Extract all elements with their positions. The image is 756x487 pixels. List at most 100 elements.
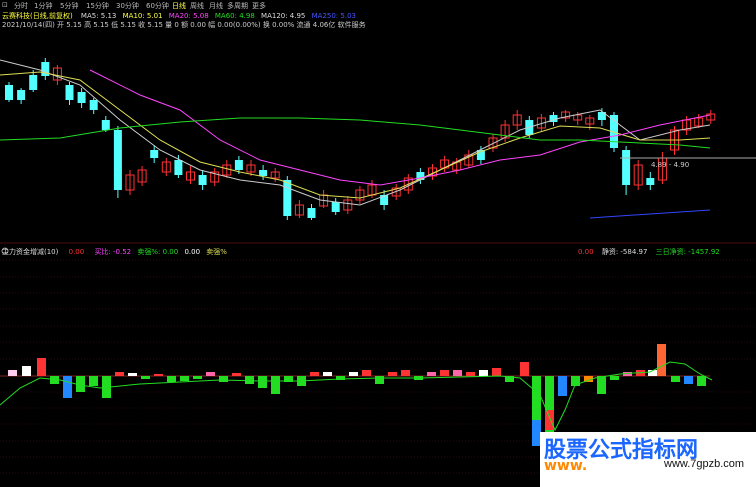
indicator-v4: 0.00 (184, 248, 201, 256)
indicator-bar (193, 376, 202, 379)
indicator-bar (219, 376, 228, 382)
tab-0[interactable]: ⊡ (2, 1, 8, 9)
indicator-bar (388, 372, 397, 376)
indicator-header: 主力资金增减(10) 0.00 买比: -0.52 卖强%: 0.00 0.00… (2, 247, 227, 257)
indicator-bar (492, 368, 501, 376)
indicator-bar (597, 376, 606, 394)
tab-10[interactable]: 多周期 (227, 1, 248, 11)
ma5-line (0, 59, 711, 206)
indicator-bar (232, 373, 241, 376)
indicator-bar (141, 376, 150, 379)
indicator-bar (671, 376, 680, 382)
indicator-v3: 卖强%: 0.00 (137, 248, 179, 256)
indicator-bar (610, 376, 619, 380)
indicator-bar (22, 366, 31, 376)
candle-body (331, 202, 340, 212)
indicator-v2: 买比: -0.52 (94, 248, 132, 256)
indicator-bar (258, 376, 267, 388)
ma20-value: MA20: 5.08 (168, 12, 209, 20)
indicator-bar (63, 376, 72, 398)
indicator-bar (453, 370, 462, 376)
candle-body (65, 85, 74, 100)
indicator-bar (657, 344, 666, 376)
indicator-title[interactable]: 主力资金增减(10) (2, 248, 58, 256)
tab-9[interactable]: 月线 (209, 1, 223, 11)
indicator-bar (154, 374, 163, 376)
indicator-bar (167, 376, 176, 382)
ma60-value: MA60: 4.98 (214, 12, 255, 20)
indicator-bar (310, 372, 319, 376)
tab-3[interactable]: 5分钟 (60, 1, 78, 11)
indicator-bar (558, 376, 567, 396)
period-tab-bar: ⊡ 分时 1分钟 5分钟 15分钟 30分钟 60分钟 日线 周线 月线 多周期 更多 (0, 0, 756, 10)
indicator-bar (37, 358, 46, 376)
ma250-value: MA250: 5.03 (311, 12, 356, 20)
indicator-bar (245, 376, 254, 384)
indicator-right3: 三日净资: -1457.92 (655, 248, 720, 256)
tab-8[interactable]: 周线 (190, 1, 204, 11)
indicator-right: 0.00 静资: -584.97 三日净资: -1457.92 (578, 247, 720, 257)
indicator-bar (128, 373, 137, 376)
indicator-bar (271, 376, 280, 394)
indicator-bar (8, 370, 17, 376)
stock-name: 云赛科技(日线,前复权) (2, 12, 73, 20)
tab-2[interactable]: 1分钟 (34, 1, 52, 11)
indicator-bar (545, 410, 554, 430)
tab-7[interactable]: 日线 (172, 1, 186, 11)
indicator-bar (427, 372, 436, 376)
indicator-right1: 0.00 (578, 248, 594, 256)
indicator-bar (323, 372, 332, 376)
candle-body (101, 120, 110, 130)
tab-11[interactable]: 更多 (252, 1, 266, 11)
price-high-label: 4.90 (673, 161, 690, 169)
indicator-right2: 静资: -584.97 (601, 248, 648, 256)
indicator-bar (440, 370, 449, 376)
candle-body (89, 100, 98, 110)
indicator-bar (349, 372, 358, 376)
ma5-value: MA5: 5.13 (80, 12, 117, 20)
tab-4[interactable]: 15分钟 (86, 1, 109, 11)
indicator-bar (180, 376, 189, 381)
indicator-bar (206, 372, 215, 376)
indicator-bar (466, 372, 475, 376)
tab-1[interactable]: 分时 (14, 1, 28, 11)
price-range-label: 4.89 - 4.90 (651, 161, 690, 169)
candle-body (283, 180, 292, 216)
candle-body (234, 160, 243, 170)
quote-line: 2021/10/14(四) 开 5.15 高 5.15 低 5.15 收 5.1… (2, 21, 366, 29)
tab-5[interactable]: 30分钟 (116, 1, 139, 11)
price-low-label: 4.89 (651, 161, 667, 169)
candle-body (17, 90, 26, 100)
site-watermark: 股票公式指标网 www. www.7gpzb.com (540, 432, 756, 487)
candle-body (5, 85, 13, 100)
indicator-bar (479, 370, 488, 376)
indicator-bar (362, 370, 371, 376)
indicator-bar (401, 370, 410, 376)
indicator-bar (520, 362, 529, 376)
candle-body (150, 150, 159, 158)
candle-body (29, 75, 38, 90)
candle-body (174, 160, 183, 175)
candle-body (622, 150, 631, 185)
chart-canvas[interactable] (0, 0, 756, 487)
ma120-line (589, 209, 711, 219)
ma10-line (0, 71, 711, 199)
indicator-bar (115, 372, 124, 376)
candle-body (77, 92, 86, 103)
candle-body (198, 175, 207, 185)
indicator-bar (375, 376, 384, 384)
candle-body (113, 130, 122, 190)
indicator-v1: 0.00 (68, 248, 85, 256)
indicator-bar (89, 376, 98, 386)
ma10-value: MA10: 5.01 (122, 12, 163, 20)
candle-body (646, 178, 655, 185)
candle-body (307, 208, 316, 218)
watermark-url: www.7gpzb.com (664, 458, 745, 470)
ma120-value: MA120: 4.95 (261, 12, 306, 20)
indicator-bar (684, 376, 693, 384)
candle-body (259, 170, 268, 176)
tab-6[interactable]: 60分钟 (146, 1, 169, 11)
indicator-v5: 卖强% (206, 248, 227, 256)
indicator-bar (697, 376, 706, 386)
watermark-prefix: www. (544, 458, 588, 474)
